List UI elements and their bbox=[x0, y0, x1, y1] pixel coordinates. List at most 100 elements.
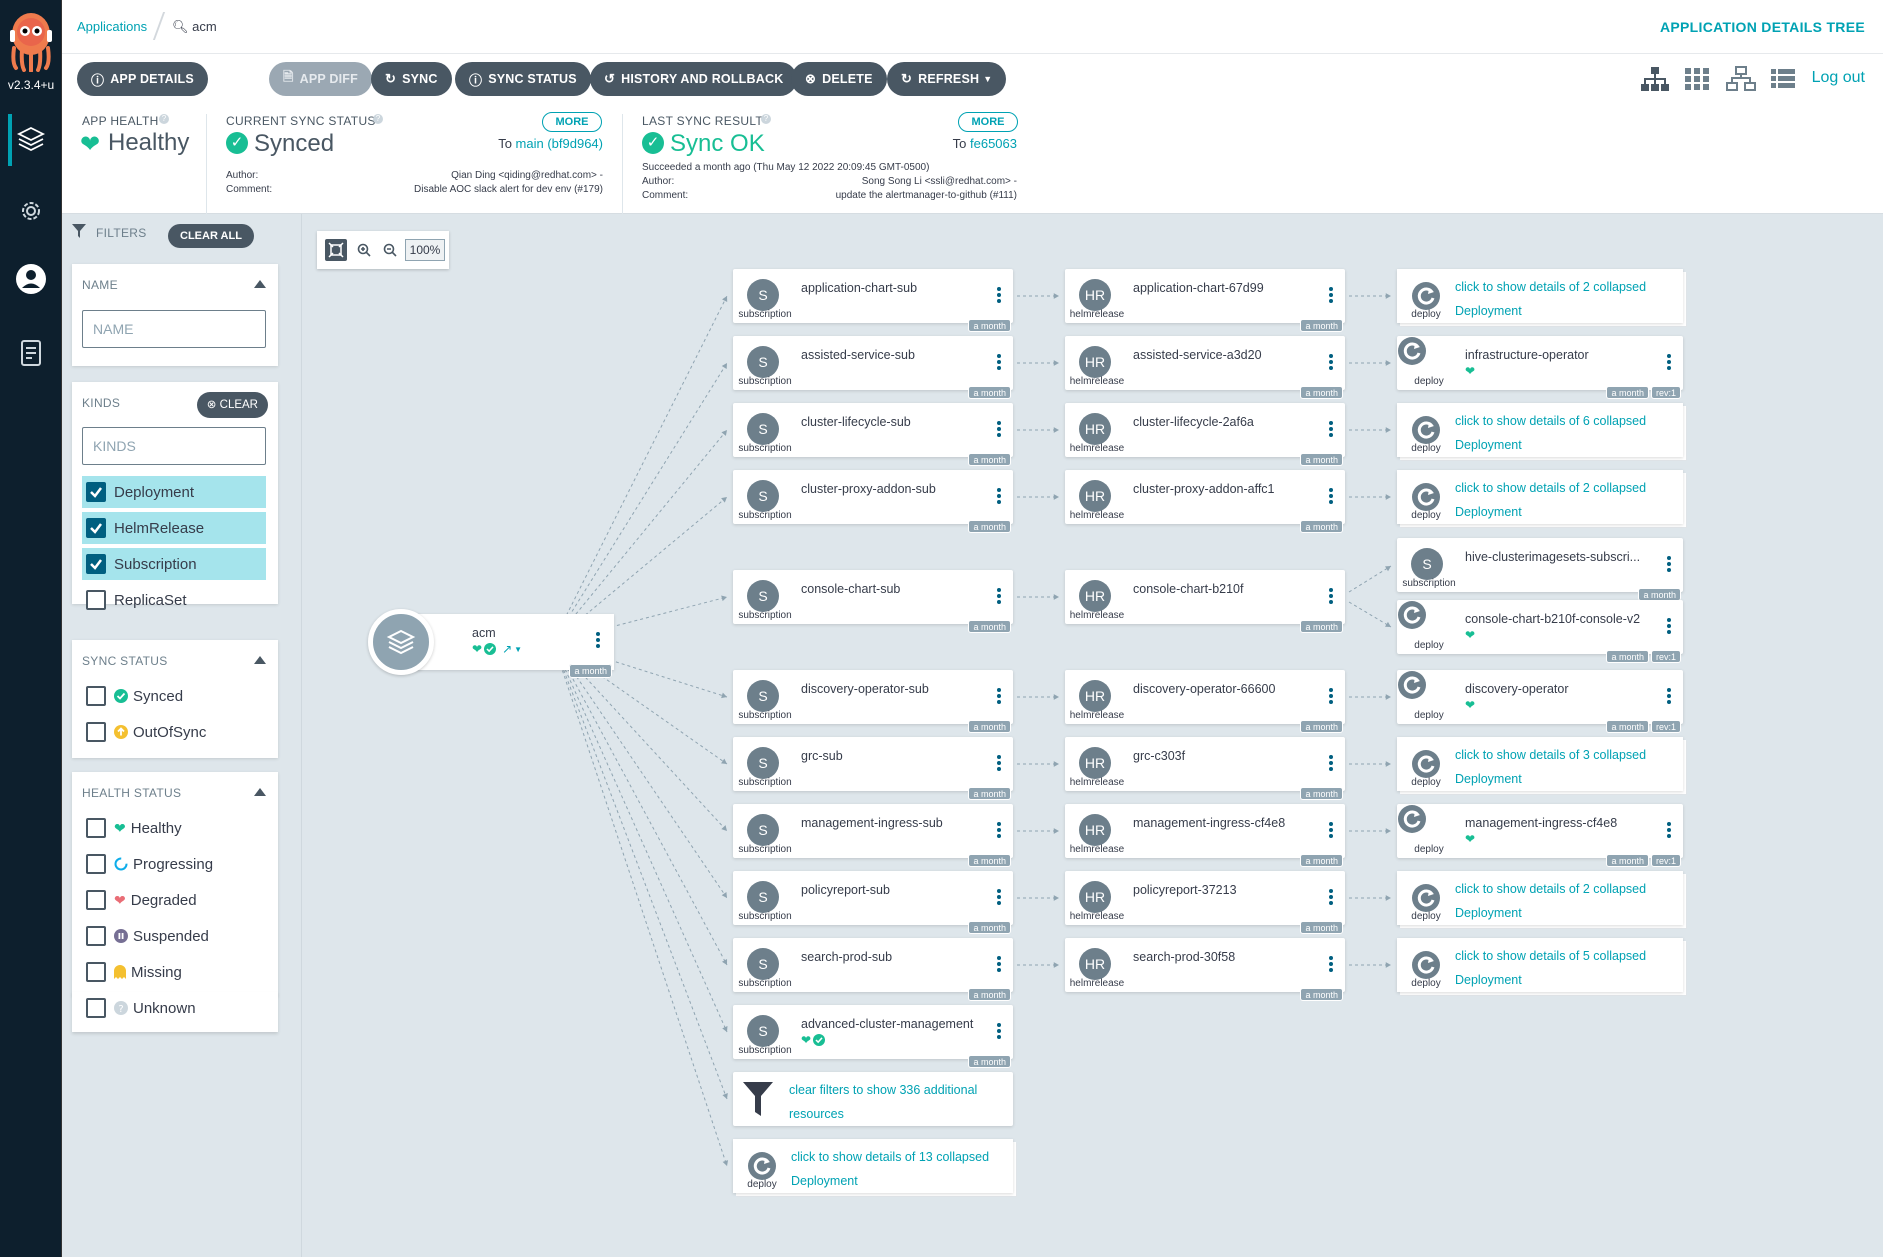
kebab-menu-icon[interactable] bbox=[997, 354, 1001, 372]
kind-subscription-checkbox[interactable]: Subscription bbox=[82, 548, 266, 580]
kebab-menu-icon[interactable] bbox=[1667, 822, 1671, 840]
collapsed-deployment-node[interactable]: deploy click to show details of 5 collaps… bbox=[1397, 938, 1683, 992]
sync-more-button[interactable]: MORE bbox=[542, 112, 602, 132]
kebab-menu-icon[interactable] bbox=[997, 488, 1001, 506]
subscription-node[interactable]: Ssubscription management-ingress-sub a mon… bbox=[733, 804, 1013, 867]
history-rollback-button[interactable]: ↺ HISTORY AND ROLLBACK bbox=[590, 62, 798, 96]
kebab-menu-icon[interactable] bbox=[997, 588, 1001, 606]
help-icon[interactable]: ? bbox=[373, 114, 383, 124]
sync-revision-link[interactable]: main (bf9d964) bbox=[516, 136, 603, 151]
docs-icon[interactable] bbox=[14, 336, 48, 370]
tree-view-icon[interactable] bbox=[1640, 66, 1670, 92]
health-suspended-checkbox[interactable]: Suspended bbox=[82, 920, 266, 952]
kebab-menu-icon[interactable] bbox=[1667, 354, 1671, 372]
helmrelease-node[interactable]: HR helmrelease search-prod-30f58 a month bbox=[1065, 938, 1345, 1001]
kebab-menu-icon[interactable] bbox=[1329, 889, 1333, 907]
subscription-node[interactable]: Ssubscription policyreport-sub a month bbox=[733, 871, 1013, 934]
root-app-node[interactable]: acm ❤ ↗ ▼ a month bbox=[368, 609, 614, 678]
subscription-node[interactable]: Ssubscription grc-sub a month bbox=[733, 737, 1013, 800]
help-icon[interactable]: ? bbox=[159, 114, 169, 124]
kinds-clear-button[interactable]: ⊗ CLEAR bbox=[196, 392, 268, 418]
clear-all-button[interactable]: CLEAR ALL bbox=[168, 224, 254, 248]
pods-view-icon[interactable] bbox=[1684, 66, 1714, 92]
kebab-menu-icon[interactable] bbox=[1667, 688, 1671, 706]
breadcrumb-applications[interactable]: Applications bbox=[77, 19, 147, 34]
user-icon[interactable] bbox=[14, 262, 48, 296]
collapsed-deployment-node[interactable]: deploy click to show details of 3 collaps… bbox=[1397, 737, 1683, 791]
sync-button[interactable]: ↻ SYNC bbox=[371, 62, 452, 96]
deployment-node[interactable]: deploy management-ingress-cf4e8 ❤ a month re… bbox=[1397, 804, 1683, 867]
clear-filters-hint-text[interactable]: clear filters to show 336 additional reso… bbox=[789, 1078, 977, 1126]
helmrelease-node[interactable]: HR helmrelease application-chart-67d99 a mo… bbox=[1065, 269, 1345, 332]
kebab-menu-icon[interactable] bbox=[997, 287, 1001, 305]
kebab-menu-icon[interactable] bbox=[1667, 556, 1671, 574]
health-degraded-checkbox[interactable]: ❤ Degraded bbox=[82, 884, 266, 916]
collapsed-deployment-node[interactable]: deploy click to show details of 2 collaps… bbox=[1397, 269, 1683, 323]
kebab-menu-icon[interactable] bbox=[1329, 588, 1333, 606]
external-link-icon[interactable]: ↗ bbox=[502, 642, 512, 656]
helmrelease-node[interactable]: HR helmrelease console-chart-b210f a month bbox=[1065, 570, 1345, 633]
help-icon[interactable]: ? bbox=[761, 114, 771, 124]
last-sync-more-button[interactable]: MORE bbox=[958, 112, 1018, 132]
kebab-menu-icon[interactable] bbox=[997, 688, 1001, 706]
helmrelease-node[interactable]: HR helmrelease discovery-operator-66600 a m… bbox=[1065, 670, 1345, 733]
kebab-menu-icon[interactable] bbox=[1329, 287, 1333, 305]
helmrelease-node[interactable]: HR helmrelease assisted-service-a3d20 a mon… bbox=[1065, 336, 1345, 399]
settings-gear-icon[interactable] bbox=[14, 194, 48, 228]
kebab-menu-icon[interactable] bbox=[1329, 956, 1333, 974]
refresh-button[interactable]: ↻ REFRESH ▼ bbox=[887, 62, 1007, 96]
collapsed-deployment-node[interactable]: deploy click to show details of 2 collaps… bbox=[1397, 470, 1683, 524]
deployment-node[interactable]: deploy console-chart-b210f-console-v2 ❤ a m… bbox=[1397, 600, 1683, 663]
health-healthy-checkbox[interactable]: ❤ Healthy bbox=[82, 812, 266, 844]
list-view-icon[interactable] bbox=[1770, 66, 1800, 92]
kebab-menu-icon[interactable] bbox=[1329, 488, 1333, 506]
kind-deployment-checkbox[interactable]: Deployment bbox=[82, 476, 266, 508]
last-revision-link[interactable]: fe65063 bbox=[970, 136, 1017, 151]
sync-status-button[interactable]: ⓘ SYNC STATUS bbox=[455, 62, 591, 96]
resource-tree-graph[interactable]: 100% acm ❤ ↗ ▼ a month Ssubscription appl… bbox=[303, 214, 1883, 1257]
subscription-node[interactable]: Ssubscription discovery-operator-sub a mon… bbox=[733, 670, 1013, 733]
kebab-menu-icon[interactable] bbox=[1329, 354, 1333, 372]
health-progressing-checkbox[interactable]: Progressing bbox=[82, 848, 266, 880]
helmrelease-node[interactable]: HR helmrelease cluster-lifecycle-2af6a a mo… bbox=[1065, 403, 1345, 466]
kinds-filter-input[interactable]: KINDS bbox=[82, 427, 266, 465]
kebab-menu-icon[interactable] bbox=[1329, 755, 1333, 773]
kebab-menu-icon[interactable] bbox=[997, 421, 1001, 439]
subscription-node[interactable]: Ssubscription hive-clusterimagesets-subsc… bbox=[1397, 538, 1683, 601]
deployment-node[interactable]: deploy infrastructure-operator ❤ a month rev… bbox=[1397, 336, 1683, 399]
subscription-node[interactable]: Ssubscription advanced-cluster-management… bbox=[733, 1005, 1013, 1068]
clear-filters-hint-node[interactable]: clear filters to show 336 additional reso… bbox=[733, 1072, 1013, 1126]
subscription-node[interactable]: Ssubscription assisted-service-sub a month bbox=[733, 336, 1013, 399]
health-unknown-checkbox[interactable]: ? Unknown bbox=[82, 992, 266, 1024]
subscription-node[interactable]: Ssubscription search-prod-sub a month bbox=[733, 938, 1013, 1001]
caret-down-icon[interactable]: ▼ bbox=[514, 645, 522, 654]
subscription-node[interactable]: Ssubscription application-chart-sub a mont… bbox=[733, 269, 1013, 332]
collapse-triangle-icon[interactable] bbox=[254, 788, 266, 796]
collapse-triangle-icon[interactable] bbox=[254, 280, 266, 288]
sync-outofsync-checkbox[interactable]: OutOfSync bbox=[82, 716, 266, 748]
delete-button[interactable]: ⊗ DELETE bbox=[791, 62, 887, 96]
kebab-menu-icon[interactable] bbox=[997, 1023, 1001, 1041]
sync-synced-checkbox[interactable]: Synced bbox=[82, 680, 266, 712]
kebab-menu-icon[interactable] bbox=[997, 889, 1001, 907]
zoom-out-icon[interactable] bbox=[383, 243, 397, 262]
health-missing-checkbox[interactable]: Missing bbox=[82, 956, 266, 988]
kebab-menu-icon[interactable] bbox=[997, 956, 1001, 974]
collapsed-deployment-node[interactable]: deploy click to show details of 2 collaps… bbox=[1397, 871, 1683, 925]
kebab-menu-icon[interactable] bbox=[997, 755, 1001, 773]
kebab-menu-icon[interactable] bbox=[596, 632, 600, 650]
zoom-in-icon[interactable] bbox=[357, 243, 371, 262]
subscription-node[interactable]: Ssubscription cluster-proxy-addon-sub a mo… bbox=[733, 470, 1013, 533]
deployment-node[interactable]: deploy discovery-operator ❤ a month rev:1 bbox=[1397, 670, 1683, 733]
collapsed-deployment-node[interactable]: deploy click to show details of 13 collap… bbox=[733, 1139, 1013, 1193]
kind-helmrelease-checkbox[interactable]: HelmRelease bbox=[82, 512, 266, 544]
kebab-menu-icon[interactable] bbox=[1667, 618, 1671, 636]
network-view-icon[interactable] bbox=[1726, 66, 1756, 92]
argo-logo[interactable] bbox=[4, 8, 58, 73]
fit-screen-icon[interactable] bbox=[325, 239, 347, 261]
helmrelease-node[interactable]: HR helmrelease policyreport-37213 a month bbox=[1065, 871, 1345, 934]
helmrelease-node[interactable]: HR helmrelease cluster-proxy-addon-affc1 a … bbox=[1065, 470, 1345, 533]
subscription-node[interactable]: Ssubscription console-chart-sub a month bbox=[733, 570, 1013, 633]
collapse-triangle-icon[interactable] bbox=[254, 656, 266, 664]
app-diff-button[interactable]: 🗎︎ APP DIFF bbox=[269, 62, 372, 96]
